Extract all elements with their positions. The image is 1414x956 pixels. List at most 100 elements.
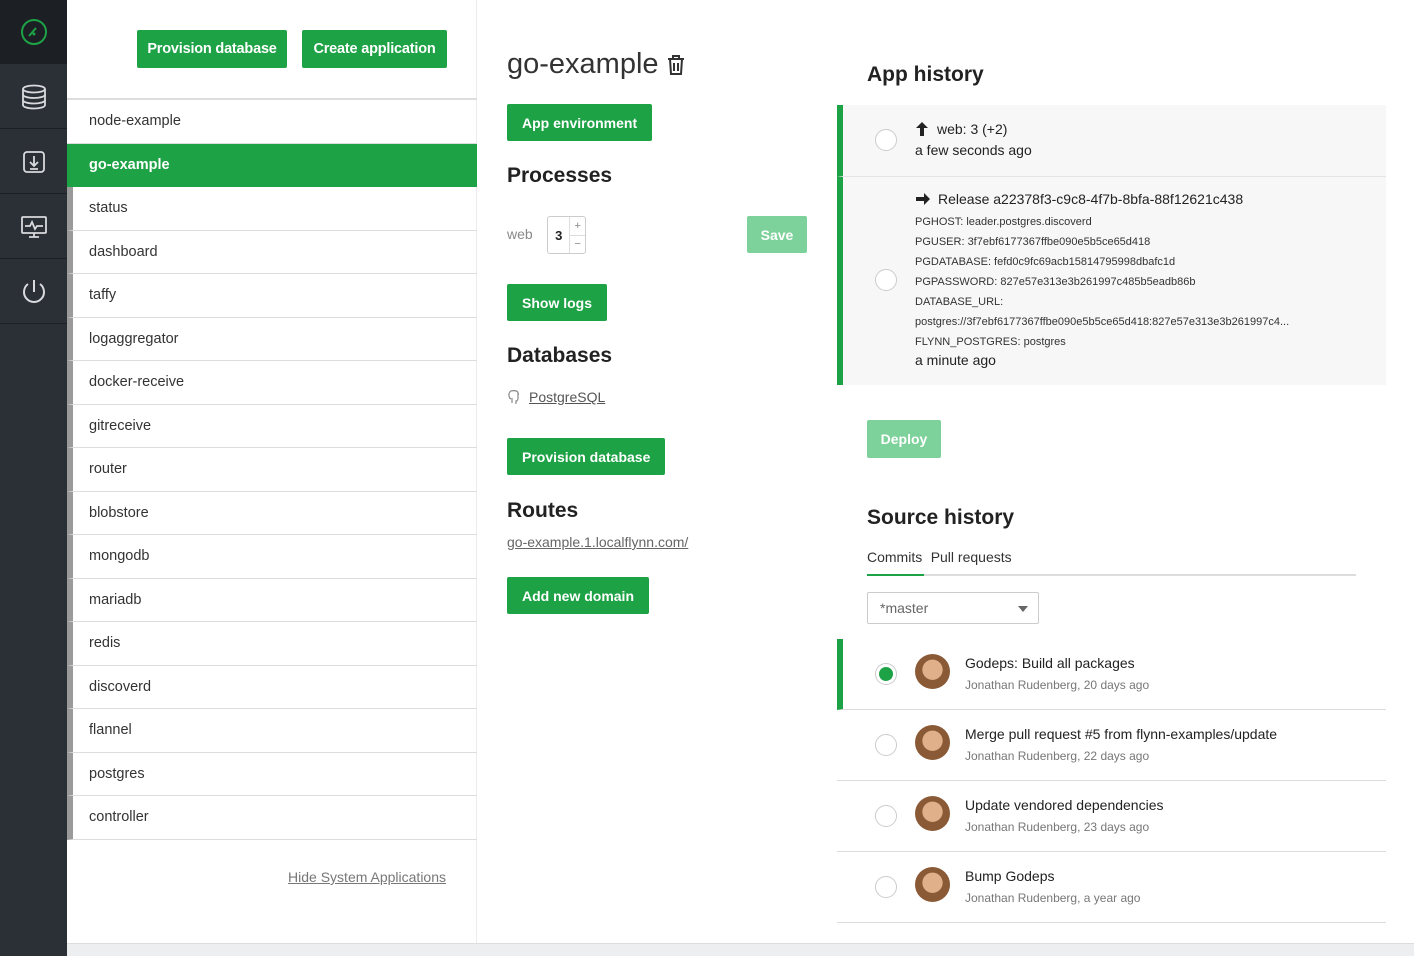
app-list-item[interactable]: taffy: [67, 274, 477, 318]
commit-radio[interactable]: [875, 663, 897, 685]
nav-databases[interactable]: [0, 65, 67, 129]
create-application-button[interactable]: Create application: [302, 30, 447, 68]
history-event-title: web: 3 (+2): [937, 121, 1008, 137]
trash-icon[interactable]: [667, 54, 685, 76]
history-event-radio[interactable]: [875, 129, 897, 151]
active-tab-indicator: [867, 574, 924, 576]
source-history-heading: Source history: [867, 506, 1015, 529]
commit-meta: Jonathan Rudenberg, 22 days ago: [965, 749, 1150, 763]
app-list-item[interactable]: status: [67, 187, 477, 231]
commit-row[interactable]: Merge pull request #5 from flynn-example…: [837, 710, 1386, 781]
commit-radio[interactable]: [875, 734, 897, 756]
commit-meta: Jonathan Rudenberg, a year ago: [965, 891, 1141, 905]
commit-message: Godeps: Build all packages: [965, 655, 1135, 671]
release-env-line: FLYNN_POSTGRES: postgres: [915, 336, 1066, 348]
avatar: [915, 867, 950, 902]
nav-logout[interactable]: [0, 260, 67, 324]
nav-monitor[interactable]: [0, 195, 67, 259]
branch-select-value: *master: [880, 600, 929, 616]
processes-heading: Processes: [507, 164, 613, 187]
postgres-elephant-icon: [508, 390, 519, 404]
commit-message: Merge pull request #5 from flynn-example…: [965, 726, 1278, 742]
app-list-item[interactable]: flannel: [67, 709, 477, 753]
app-history-heading: App history: [867, 63, 984, 86]
hide-system-apps-link[interactable]: Hide System Applications: [288, 869, 446, 885]
app-list-item[interactable]: node-example: [67, 100, 477, 144]
app-list-item[interactable]: gitreceive: [67, 404, 477, 448]
history-event-radio[interactable]: [875, 269, 897, 291]
app-environment-button[interactable]: App environment: [507, 104, 653, 141]
arrow-right-icon: [916, 193, 930, 205]
process-count-value[interactable]: 3: [548, 217, 569, 253]
release-env-line: DATABASE_URL:: [915, 296, 1004, 308]
app-list-item[interactable]: postgres: [67, 752, 477, 796]
app-name: go-example: [507, 48, 659, 80]
tab-commits[interactable]: Commits: [867, 549, 922, 565]
history-event-title-row: Release a22378f3-c9c8-4f7b-8bfa-88f12621…: [915, 191, 1243, 207]
monitor-icon: [20, 215, 47, 238]
history-event-time: a minute ago: [915, 352, 996, 368]
power-icon: [22, 279, 45, 303]
release-env-line: postgres://3f7ebf6177367ffbe090e5b5ce65d…: [915, 316, 1290, 328]
dashboard-gauge-icon: [20, 18, 47, 45]
route-link[interactable]: go-example.1.localflynn.com/: [507, 534, 688, 550]
routes-heading: Routes: [507, 499, 579, 522]
app-list-item[interactable]: controller: [67, 796, 477, 840]
app-list-item[interactable]: go-example: [67, 143, 477, 187]
commit-row[interactable]: Godeps: Build all packages Jonathan Ruden…: [837, 639, 1386, 710]
release-env-line: PGHOST: leader.postgres.discoverd: [915, 216, 1092, 228]
app-title: go-example: [507, 48, 685, 81]
deploy-button[interactable]: Deploy: [867, 420, 941, 458]
release-env-line: PGUSER: 3f7ebf6177367ffbe090e5b5ce65d418: [915, 236, 1151, 248]
save-button[interactable]: Save: [747, 216, 807, 253]
nav-dashboard[interactable]: [0, 0, 67, 64]
postgresql-link[interactable]: PostgreSQL: [529, 389, 605, 405]
source-tabs: Commits Pull requests: [867, 549, 1356, 576]
commit-radio[interactable]: [875, 805, 897, 827]
release-env-line: PGDATABASE: fefd0c9fc69acb15814795998dba…: [915, 256, 1176, 268]
bottom-scrollbar[interactable]: [67, 943, 1414, 956]
nav-install[interactable]: [0, 130, 67, 194]
app-list-item[interactable]: mariadb: [67, 578, 477, 622]
history-event-title-row: web: 3 (+2): [915, 121, 1007, 137]
decrement-button[interactable]: −: [570, 236, 585, 254]
app-list-item[interactable]: dashboard: [67, 230, 477, 274]
show-logs-button[interactable]: Show logs: [507, 284, 607, 321]
database-icon: [21, 84, 46, 109]
provision-database-button-detail[interactable]: Provision database: [507, 438, 666, 475]
commit-row[interactable]: Bump Godeps Jonathan Rudenberg, a year ag…: [837, 852, 1386, 923]
process-count-stepper[interactable]: 3 + −: [547, 216, 586, 254]
avatar: [915, 796, 950, 831]
history-panel: App history web: 3 (+2) a few seconds ag…: [837, 0, 1414, 943]
branch-select[interactable]: *master: [867, 592, 1039, 624]
app-list-item[interactable]: blobstore: [67, 491, 477, 535]
provision-database-button[interactable]: Provision database: [137, 30, 287, 68]
caret-down-icon: [1018, 606, 1028, 612]
commit-radio[interactable]: [875, 876, 897, 898]
release-env-line: PGPASSWORD: 827e57e313e3b261997c485b5ead…: [915, 276, 1196, 288]
app-list-item[interactable]: discoverd: [67, 665, 477, 709]
apps-panel: Provision database Create application no…: [67, 0, 477, 943]
databases-heading: Databases: [507, 344, 613, 367]
tab-pull-requests[interactable]: Pull requests: [931, 549, 1012, 565]
avatar: [915, 725, 950, 760]
app-list-item[interactable]: redis: [67, 622, 477, 666]
history-event: web: 3 (+2) a few seconds ago: [837, 105, 1386, 177]
commit-meta: Jonathan Rudenberg, 23 days ago: [965, 820, 1150, 834]
app-list-item[interactable]: mongodb: [67, 535, 477, 579]
arrow-up-icon: [916, 122, 928, 136]
app-list: node-example go-example status dashboard taf…: [67, 98, 477, 840]
release-title: Release a22378f3-c9c8-4f7b-8bfa-88f12621…: [938, 191, 1244, 207]
download-icon: [22, 150, 45, 173]
release-env-list: PGHOST: leader.postgres.discoverd PGUSER:…: [915, 212, 1289, 352]
increment-button[interactable]: +: [570, 217, 585, 236]
database-link[interactable]: PostgreSQL: [507, 389, 605, 405]
app-list-item[interactable]: docker-receive: [67, 361, 477, 405]
add-domain-button[interactable]: Add new domain: [507, 577, 649, 614]
avatar: [915, 654, 950, 689]
app-list-item[interactable]: router: [67, 448, 477, 492]
history-event: Release a22378f3-c9c8-4f7b-8bfa-88f12621…: [837, 177, 1386, 385]
commit-row[interactable]: Update vendored dependencies Jonathan Rud…: [837, 781, 1386, 852]
commit-message: Update vendored dependencies: [965, 797, 1164, 813]
app-list-item[interactable]: logaggregator: [67, 317, 477, 361]
